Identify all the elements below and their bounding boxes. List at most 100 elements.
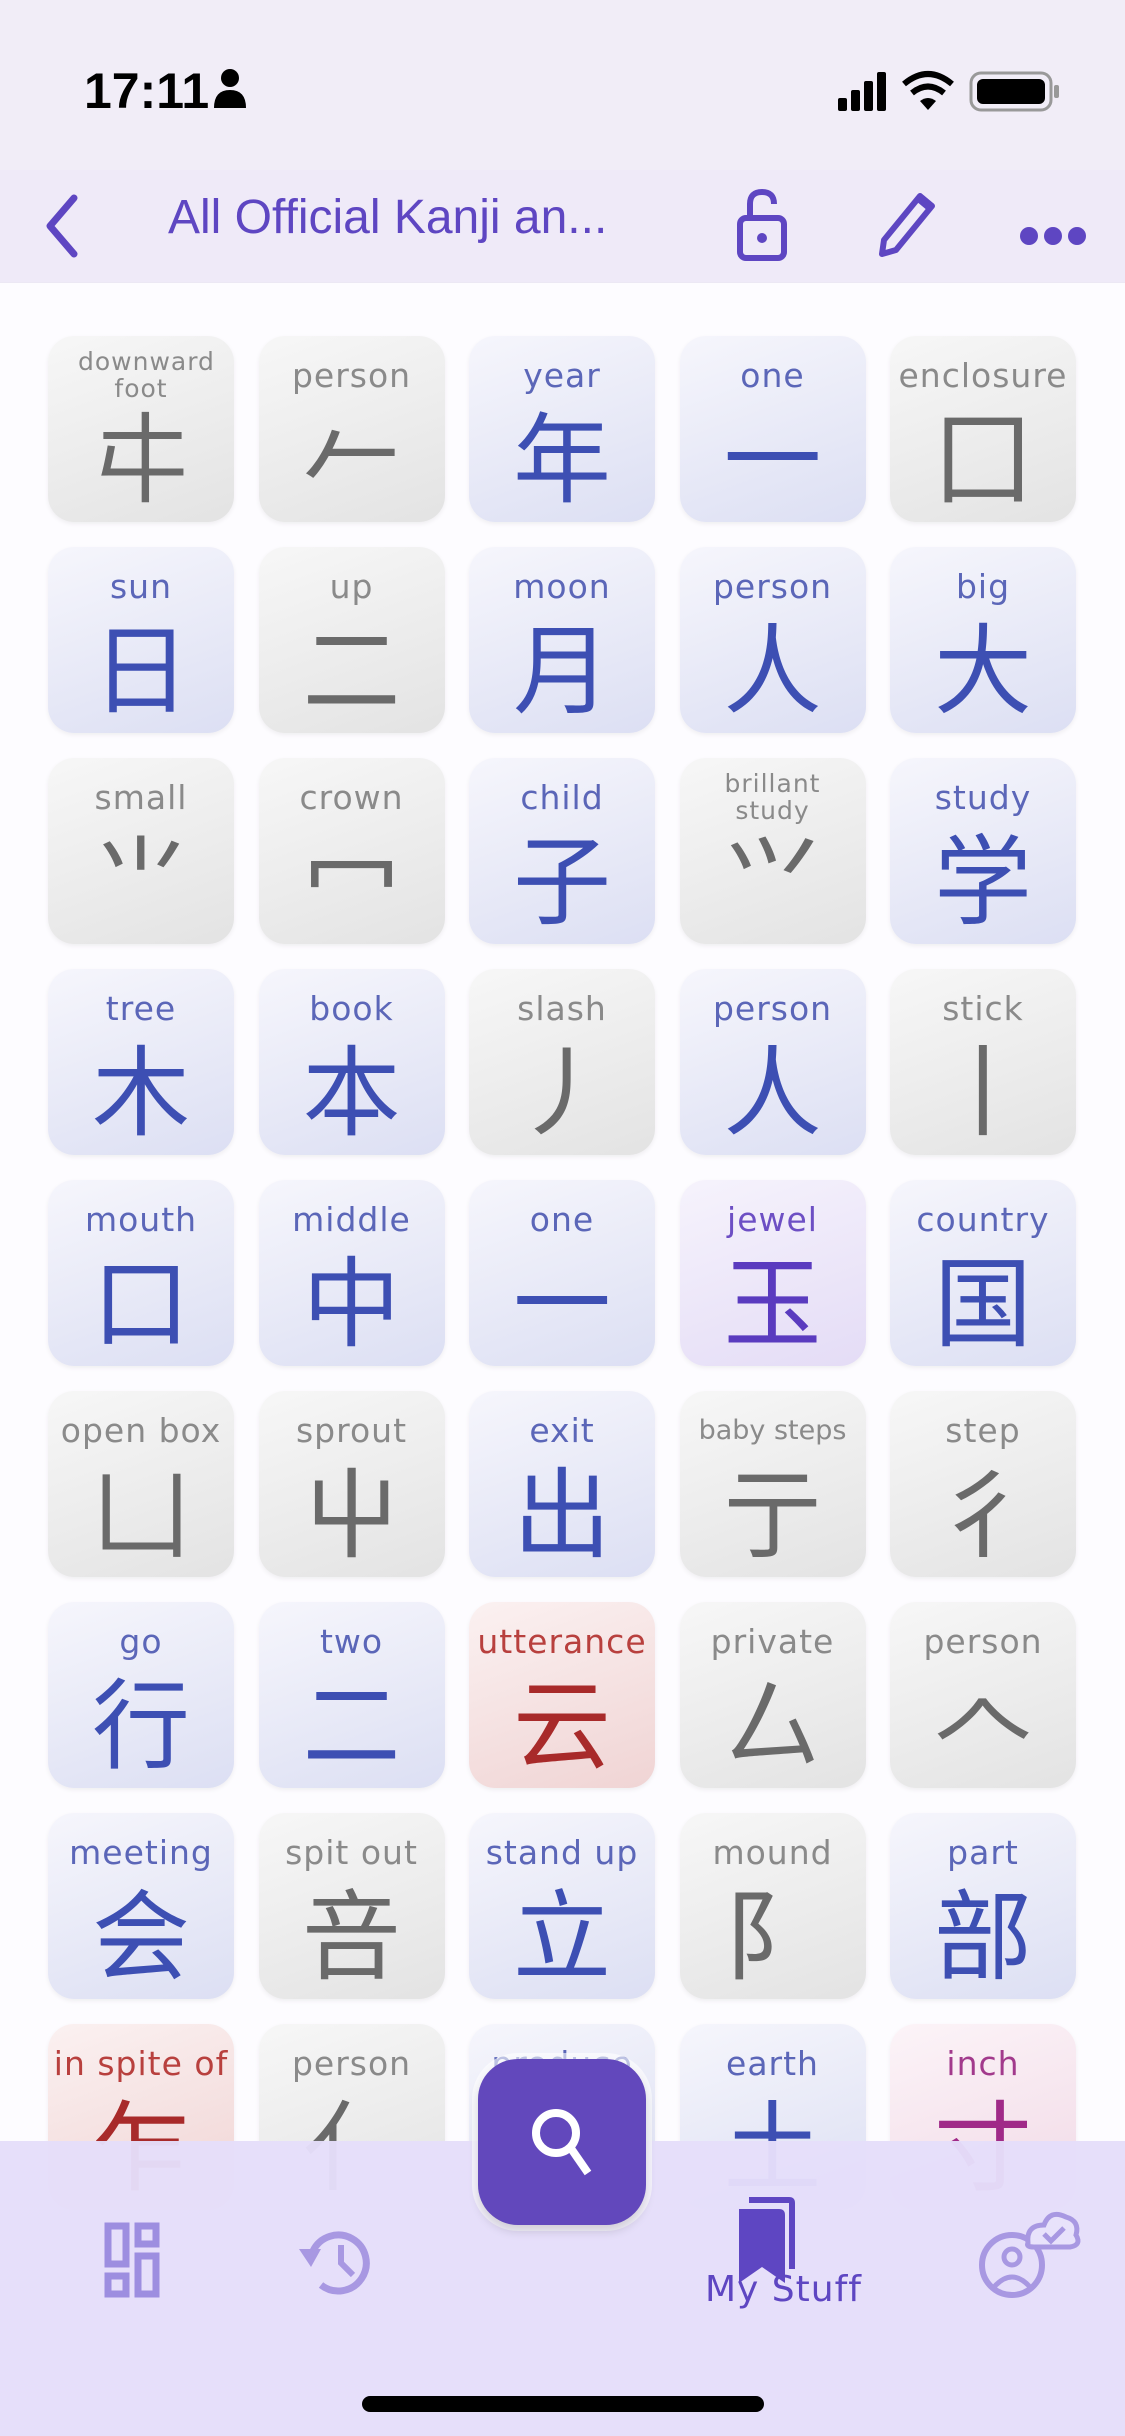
tile-label: mouth xyxy=(84,1200,198,1239)
tile-kanji: 丿 xyxy=(512,1037,611,1151)
kanji-tile[interactable]: small ⺌ xyxy=(48,758,234,944)
tile-label: sprout xyxy=(295,1411,408,1450)
kanji-tile[interactable]: year 年 xyxy=(469,336,655,522)
tile-label: small xyxy=(94,778,188,817)
search-button[interactable] xyxy=(478,2059,646,2225)
tile-kanji: 丨 xyxy=(933,1037,1032,1151)
kanji-tile[interactable]: part 部 xyxy=(890,1813,1076,1999)
tile-kanji: 屮 xyxy=(302,1459,401,1573)
tile-kanji: 冖 xyxy=(302,826,401,940)
tile-label: person xyxy=(291,356,412,395)
kanji-tile[interactable]: jewel 玉 xyxy=(679,1180,866,1366)
kanji-tile[interactable]: brillant study ⺍ xyxy=(679,758,866,944)
tile-kanji: ⺍ xyxy=(723,826,822,940)
tile-label: one xyxy=(740,356,805,395)
kanji-tile[interactable]: person 人 xyxy=(679,547,866,733)
kanji-tile[interactable]: stand up 立 xyxy=(469,1813,655,1999)
kanji-tile[interactable]: one 一 xyxy=(469,1180,655,1366)
kanji-tile[interactable]: one 一 xyxy=(679,336,866,522)
kanji-tile[interactable]: meeting 会 xyxy=(48,1813,234,1999)
tile-kanji: 会 xyxy=(91,1881,190,1995)
battery-icon xyxy=(969,71,1059,112)
tile-label: stick xyxy=(942,989,1024,1028)
tile-label: study xyxy=(934,778,1032,817)
cellular-signal-icon xyxy=(838,72,886,111)
tile-label: crown xyxy=(299,778,404,817)
tile-kanji: 咅 xyxy=(302,1881,401,1995)
kanji-tile[interactable]: baby steps 亍 xyxy=(679,1391,866,1577)
nav-label-my-stuff[interactable]: My Stuff xyxy=(705,2269,862,2310)
kanji-tile[interactable]: slash 丿 xyxy=(469,969,655,1155)
tile-kanji: 口 xyxy=(91,1248,190,1362)
tile-label: go xyxy=(119,1622,163,1661)
more-icon[interactable] xyxy=(1012,184,1102,264)
kanji-tile[interactable]: open box 凵 xyxy=(48,1391,234,1577)
wifi-icon xyxy=(902,71,954,96)
kanji-tile[interactable]: go 行 xyxy=(48,1602,234,1788)
tile-label: sun xyxy=(109,567,173,606)
kanji-tile[interactable]: moon 月 xyxy=(469,547,655,733)
kanji-tile[interactable]: private 厶 xyxy=(679,1602,866,1788)
kanji-tile[interactable]: tree 木 xyxy=(48,969,234,1155)
kanji-tile[interactable]: stick 丨 xyxy=(890,969,1076,1155)
history-icon[interactable] xyxy=(277,2201,397,2321)
tile-label: one xyxy=(529,1200,595,1239)
kanji-tile[interactable]: up 二 xyxy=(258,547,445,733)
tile-label: country xyxy=(916,1200,1050,1239)
back-chevron-icon[interactable] xyxy=(36,186,96,266)
tile-label: moon xyxy=(513,567,611,606)
tile-kanji: 子 xyxy=(512,826,611,940)
kanji-tile[interactable]: country 国 xyxy=(890,1180,1076,1366)
tile-label: earth xyxy=(726,2044,819,2083)
tile-label: two xyxy=(319,1622,384,1661)
kanji-tile[interactable]: sprout 屮 xyxy=(258,1391,445,1577)
kanji-tile[interactable]: step 彳 xyxy=(890,1391,1076,1577)
tile-kanji: 年 xyxy=(512,404,611,518)
tile-label: stand up xyxy=(485,1833,639,1872)
tile-kanji: 亍 xyxy=(723,1459,822,1573)
kanji-tile[interactable]: book 本 xyxy=(258,969,445,1155)
kanji-tile[interactable]: exit 出 xyxy=(469,1391,655,1577)
unlock-icon[interactable] xyxy=(724,184,804,264)
kanji-tile[interactable]: mouth 口 xyxy=(48,1180,234,1366)
kanji-tile[interactable]: person 𠆢 xyxy=(890,1602,1076,1788)
kanji-tile[interactable]: person 人 xyxy=(679,969,866,1155)
kanji-tile[interactable]: crown 冖 xyxy=(258,758,445,944)
kanji-tile[interactable]: utterance 云 xyxy=(469,1602,655,1788)
tile-label: up xyxy=(329,567,374,606)
tile-kanji: 二 xyxy=(302,615,401,729)
tile-label: person xyxy=(291,2044,412,2083)
status-time: 17:11 xyxy=(84,63,210,119)
kanji-grid: downward foot 㐄 person 𠂉 year 年 one 一 enclosure 囗… xyxy=(48,336,1078,2210)
tile-kanji: 部 xyxy=(933,1881,1032,1995)
home-indicator[interactable] xyxy=(362,2396,764,2412)
kanji-tile[interactable]: middle 中 xyxy=(258,1180,445,1366)
kanji-tile[interactable]: downward foot 㐄 xyxy=(48,336,234,522)
tile-kanji: 木 xyxy=(91,1037,190,1151)
tile-label: step xyxy=(945,1411,1021,1450)
account-sync-icon[interactable] xyxy=(970,2201,1090,2321)
pencil-icon[interactable] xyxy=(868,184,948,264)
tile-label: book xyxy=(309,989,394,1028)
tile-kanji: 国 xyxy=(933,1248,1032,1362)
tile-kanji: 厶 xyxy=(723,1670,822,1784)
tile-kanji: 阝 xyxy=(723,1881,822,1995)
tile-label: downward foot xyxy=(78,347,215,403)
kanji-tile[interactable]: study 学 xyxy=(890,758,1076,944)
tile-label: exit xyxy=(529,1411,595,1450)
person-icon xyxy=(214,69,246,108)
kanji-tile[interactable]: child 子 xyxy=(469,758,655,944)
kanji-tile[interactable]: mound 阝 xyxy=(679,1813,866,1999)
dashboard-icon[interactable] xyxy=(80,2201,200,2321)
kanji-tile[interactable]: person 𠂉 xyxy=(258,336,445,522)
tile-label: person xyxy=(712,567,833,606)
app-header: All Official Kanji an... xyxy=(0,170,1125,283)
kanji-tile[interactable]: big 大 xyxy=(890,547,1076,733)
tile-label: in spite of xyxy=(53,2044,229,2083)
kanji-tile[interactable]: spit out 咅 xyxy=(258,1813,445,1999)
kanji-tile[interactable]: two 二 xyxy=(258,1602,445,1788)
tile-label: slash xyxy=(517,989,607,1028)
tile-label: year xyxy=(523,356,601,395)
kanji-tile[interactable]: enclosure 囗 xyxy=(890,336,1076,522)
kanji-tile[interactable]: sun 日 xyxy=(48,547,234,733)
